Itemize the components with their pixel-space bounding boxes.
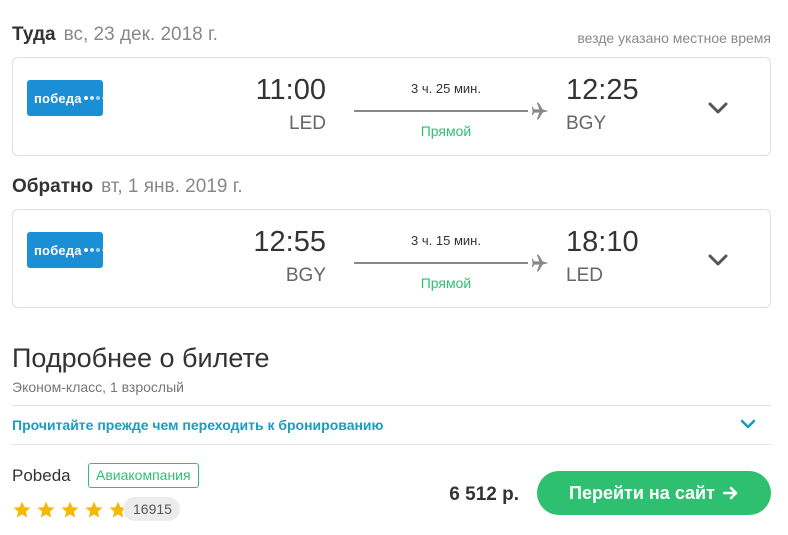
details-subtitle: Эконом-класс, 1 взрослый: [12, 379, 184, 395]
star-icon: [61, 501, 79, 518]
plane-icon: [531, 102, 549, 120]
arrival-airport-code: BGY: [566, 113, 607, 134]
timezone-note: везде указано местное время: [577, 30, 771, 46]
inbound-date: вт, 1 янв. 2019 г.: [101, 176, 243, 197]
chevron-down-icon[interactable]: [708, 253, 728, 267]
go-to-site-button[interactable]: Перейти на сайт: [537, 471, 771, 515]
route-type: Прямой: [420, 275, 472, 291]
inbound-flight-card[interactable]: победа 12:55 BGY 3 ч. 15 мин. Прямой 18:…: [12, 209, 771, 308]
chevron-down-icon[interactable]: [708, 101, 728, 115]
ticket-price: 6 512 р.: [449, 484, 519, 505]
airline-logo: победа: [27, 80, 106, 116]
divider: [12, 405, 771, 406]
rating-stars: [12, 500, 128, 520]
outbound-flight-card[interactable]: победа 11:00 LED 3 ч. 25 мин. Прямой 12:…: [12, 57, 771, 156]
inbound-direction: Обратно: [12, 176, 94, 197]
logo-dots-icon: [83, 96, 106, 100]
star-icon: [37, 501, 55, 518]
flight-duration: 3 ч. 15 мин.: [411, 233, 481, 248]
arrow-right-icon: [722, 486, 738, 500]
arrival-airport-code: LED: [566, 265, 603, 286]
reviews-count[interactable]: 16915: [123, 497, 180, 521]
star-icon: [85, 501, 103, 518]
departure-airport-code: BGY: [285, 265, 326, 286]
outbound-header: Туда вс, 23 дек. 2018 г.: [12, 24, 218, 46]
airline-logo-text: победа: [34, 90, 82, 106]
plane-icon: [531, 254, 549, 272]
flight-duration: 3 ч. 25 мин.: [411, 81, 481, 96]
inbound-header: Обратно вт, 1 янв. 2019 г.: [12, 176, 243, 198]
arrival-time: 12:25: [566, 74, 639, 106]
divider: [12, 444, 771, 445]
route-line: [354, 110, 528, 112]
departure-time: 12:55: [253, 226, 326, 258]
details-title: Подробнее о билете: [12, 343, 270, 373]
route-line: [354, 262, 528, 264]
logo-dots-icon: [83, 248, 106, 252]
go-to-site-label: Перейти на сайт: [569, 482, 715, 503]
airline-logo: победа: [27, 232, 106, 268]
departure-time: 11:00: [255, 74, 326, 106]
chevron-down-icon[interactable]: [740, 419, 756, 430]
airline-logo-text: победа: [34, 242, 82, 258]
read-before-booking-link[interactable]: Прочитайте прежде чем переходить к брони…: [12, 417, 384, 433]
airline-name: Pobeda: [12, 466, 71, 485]
star-icon: [13, 501, 31, 518]
departure-airport-code: LED: [289, 113, 326, 134]
arrival-time: 18:10: [566, 226, 639, 258]
airline-badge: Авиакомпания: [88, 463, 199, 488]
route-type: Прямой: [420, 123, 472, 139]
outbound-date: вс, 23 дек. 2018 г.: [63, 24, 218, 45]
outbound-direction: Туда: [12, 24, 56, 45]
